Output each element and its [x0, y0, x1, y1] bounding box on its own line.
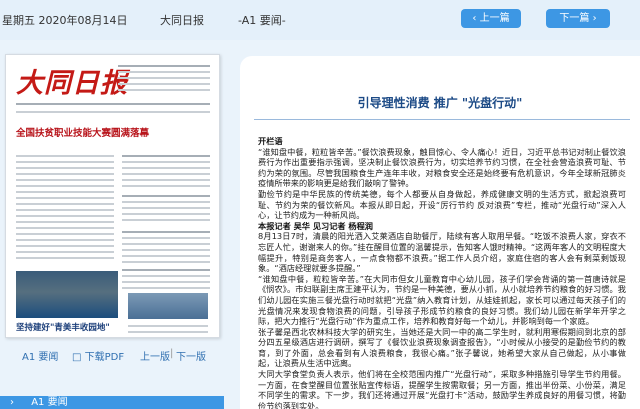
prev-page-link[interactable]: 上一版	[140, 348, 170, 363]
masthead-logo: 大同日报	[16, 68, 128, 99]
text-line	[16, 167, 114, 169]
text-line	[122, 179, 210, 181]
chevron-left-icon: ‹	[472, 13, 477, 24]
text-line	[122, 243, 210, 245]
page-label: -A1 要闻-	[238, 14, 286, 27]
text-line	[16, 245, 114, 247]
paragraph: “谁知盘中餐，粒粒皆辛苦。”在大同市但女儿童教育中心幼儿园，孩子们学会背诵的第一…	[258, 273, 626, 327]
text-line	[16, 173, 114, 175]
text-line	[122, 155, 210, 157]
text-line	[118, 89, 210, 91]
text-line	[122, 237, 210, 239]
next-article-label: 下一篇	[559, 13, 590, 24]
text-line	[16, 185, 114, 187]
text-line	[122, 249, 210, 251]
paragraph: 张子馨是西北农林科技大学的研究生，当她还是大同一中的高二学生时，就利用寒假期间到…	[258, 326, 626, 369]
text-line	[118, 71, 210, 73]
text-line	[122, 213, 210, 215]
section-label: A1 要闻	[31, 397, 68, 408]
text-line	[16, 203, 114, 205]
text-line	[16, 179, 114, 181]
newspaper-page-thumbnail[interactable]: 大同日报 全国扶贫职业技能大赛圆满落幕 坚持建好"青美丰收园地"	[5, 54, 220, 338]
text-line	[128, 325, 208, 327]
text-line	[122, 231, 210, 233]
top-header-bar: 星期五 2020年08月14日 大同日报 -A1 要闻- ‹ 上一篇 下一篇 ›	[0, 0, 640, 40]
text-line	[122, 161, 210, 163]
front-page-photo	[16, 271, 118, 318]
text-line	[16, 111, 210, 113]
prev-article-label: 上一篇	[479, 13, 510, 24]
text-line	[16, 239, 114, 241]
chevron-right-icon: ›	[10, 397, 14, 408]
text-line	[122, 207, 210, 209]
text-line	[16, 257, 114, 259]
paragraph: 大同大学食堂负责人表示，他们将在全校范围内推广“光盘行动”，采取多种措施引导学生…	[258, 369, 626, 409]
text-line	[16, 191, 114, 193]
text-line	[122, 219, 210, 221]
chevron-right-icon: ›	[592, 13, 597, 24]
pdf-icon: □	[72, 352, 82, 363]
text-line	[118, 65, 210, 67]
text-line	[16, 221, 114, 223]
paper-name: 大同日报	[160, 14, 204, 27]
text-line	[16, 251, 114, 253]
text-line	[16, 103, 210, 105]
next-article-button[interactable]: 下一篇 ›	[546, 9, 610, 28]
text-line	[122, 195, 210, 197]
paragraph: 8月13日7时，清晨的阳光洒入艾莱酒店自助餐厅，陆续有客人取用早餐。“吃饭不浪费…	[258, 231, 626, 274]
lead-heading: 开栏语	[258, 136, 283, 146]
next-page-link[interactable]: 下一版	[176, 348, 206, 363]
paragraph: 勤俭节约是中华民族的传统美德，每个人都要从自身做起，养成健康文明的生活方式，掀起…	[258, 188, 626, 221]
text-line	[122, 281, 210, 283]
section-list-header[interactable]: › A1 要闻	[0, 396, 224, 409]
article-panel: 引导理性消费 推广 "光盘行动" 开栏语 “谁知盘中餐，粒粒皆辛苦。”餐饮浪费现…	[240, 56, 640, 409]
text-line	[122, 275, 210, 277]
text-line	[16, 155, 114, 157]
front-page-subheadline[interactable]: 坚持建好"青美丰收园地"	[16, 321, 110, 333]
text-line	[128, 331, 208, 333]
prev-article-button[interactable]: ‹ 上一篇	[461, 9, 521, 28]
text-line	[122, 167, 210, 169]
article-title: 引导理性消费 推广 "光盘行动"	[357, 96, 523, 110]
issue-date: 星期五 2020年08月14日	[2, 14, 128, 27]
text-line	[118, 77, 210, 79]
text-line	[16, 197, 114, 199]
text-line	[122, 287, 210, 289]
byline: 本报记者 吴华 见习记者 杨程润	[258, 220, 373, 231]
text-line	[122, 201, 210, 203]
text-line	[122, 173, 210, 175]
text-line	[16, 161, 114, 163]
text-line	[16, 209, 114, 211]
nav-separator: |	[170, 348, 174, 359]
front-page-headline[interactable]: 全国扶贫职业技能大赛圆满落幕	[16, 125, 149, 139]
download-pdf-label: 下载PDF	[84, 352, 125, 363]
article-body: 开栏语 “谁知盘中餐，粒粒皆辛苦。”餐饮浪费现象，触目惊心、令人痛心！近日，习近…	[258, 136, 626, 409]
text-line	[122, 269, 210, 271]
text-line	[16, 215, 114, 217]
front-page-photo	[128, 293, 208, 319]
text-line	[122, 261, 210, 263]
text-line	[118, 83, 210, 85]
paragraph: “谁知盘中餐，粒粒皆辛苦。”餐饮浪费现象，触目惊心、令人痛心！近日，习近平总书记…	[258, 146, 626, 189]
text-line	[16, 233, 114, 235]
download-pdf-link[interactable]: □ 下载PDF	[72, 348, 124, 363]
text-line	[16, 227, 114, 229]
current-page-link[interactable]: A1 要闻	[22, 348, 58, 363]
text-line	[122, 255, 210, 257]
text-line	[122, 185, 210, 187]
title-divider	[254, 119, 630, 120]
